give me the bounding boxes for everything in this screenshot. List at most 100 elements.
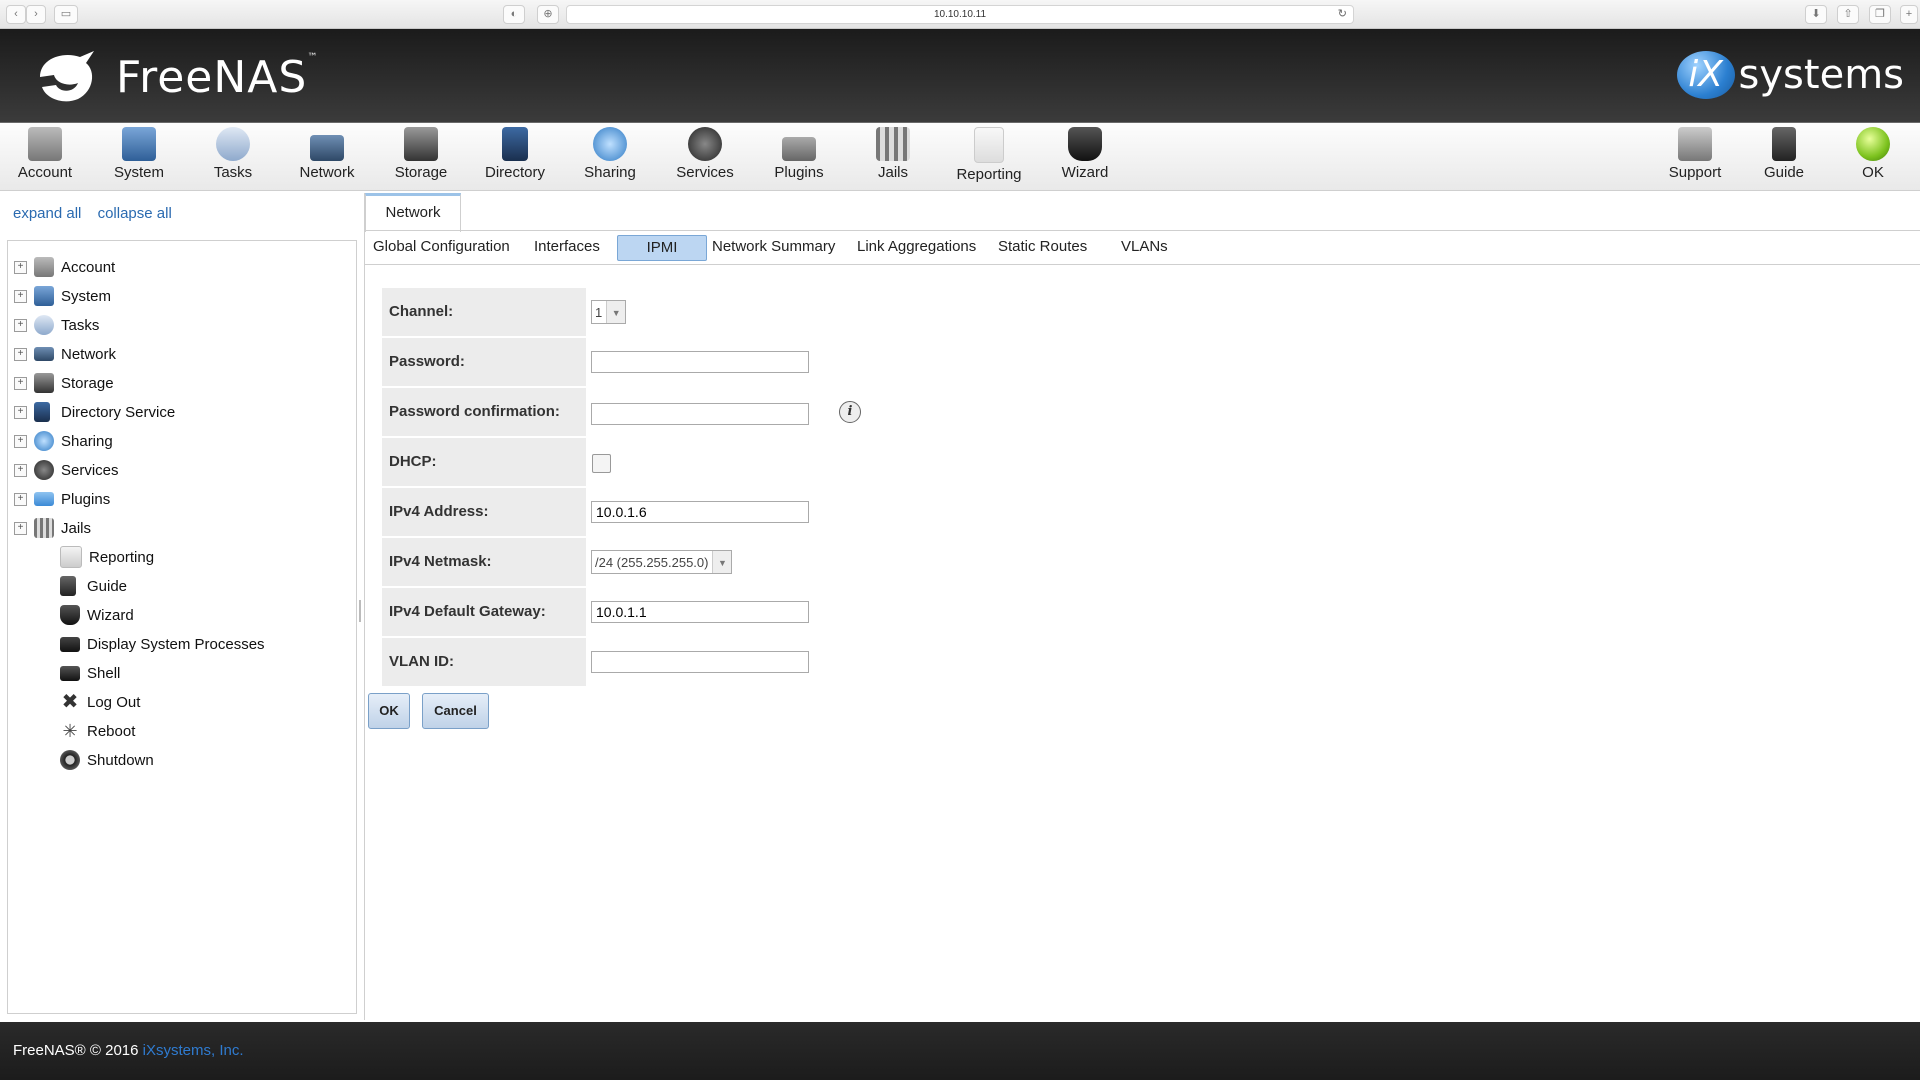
expand-icon[interactable]: + — [14, 405, 27, 419]
tree-item-reporting[interactable]: Reporting — [8, 545, 154, 569]
chevron-down-icon[interactable]: ▼ — [712, 551, 732, 573]
password-confirmation-input[interactable] — [591, 403, 809, 425]
expand-icon[interactable]: + — [14, 260, 27, 274]
toolbar-system[interactable]: System — [96, 127, 182, 181]
ixsystems-logo[interactable]: iX systems — [1676, 51, 1904, 99]
tree-item-account[interactable]: + Account — [8, 255, 115, 279]
new-tab-icon[interactable]: + — [1900, 5, 1918, 24]
subtab-ipmi[interactable]: IPMI — [617, 235, 707, 261]
chevron-down-icon[interactable]: ▼ — [606, 301, 626, 323]
expand-icon[interactable]: + — [14, 318, 27, 332]
vlan-id-input[interactable] — [591, 651, 809, 673]
share-icon[interactable]: ⇧ — [1837, 5, 1859, 24]
tree-item-system[interactable]: + System — [8, 284, 111, 308]
ipv4-gateway-input[interactable] — [591, 601, 809, 623]
toolbar-services[interactable]: Services — [662, 127, 748, 181]
freenas-logo[interactable]: FreeNAS™ — [34, 47, 318, 107]
expand-icon[interactable]: + — [14, 463, 27, 477]
subtab-network-summary[interactable]: Network Summary — [712, 235, 835, 259]
tree-item-shell[interactable]: Shell — [8, 661, 120, 685]
reload-icon[interactable]: ↻ — [1338, 6, 1347, 23]
sidebar-toggle-icon[interactable]: ▭ — [54, 5, 78, 24]
tree-item-label: Tasks — [61, 316, 100, 334]
tree-item-display-system-processes[interactable]: Display System Processes — [8, 632, 265, 656]
toolbar-status-ok[interactable]: OK — [1830, 127, 1916, 181]
expand-all-link[interactable]: expand all — [13, 205, 81, 222]
toolbar-directory[interactable]: Directory — [472, 127, 558, 181]
ipv4-netmask-select[interactable]: /24 (255.255.255.0) ▼ — [591, 550, 733, 574]
forward-icon[interactable]: › — [26, 5, 46, 24]
info-icon[interactable]: i — [839, 401, 861, 423]
subtab-static-routes[interactable]: Static Routes — [998, 235, 1087, 259]
toolbar-reporting[interactable]: Reporting — [946, 127, 1032, 183]
toolbar-support[interactable]: Support — [1652, 127, 1738, 181]
expand-icon[interactable]: + — [14, 289, 27, 303]
freenas-shark-icon — [40, 51, 94, 102]
ok-button[interactable]: OK — [368, 693, 410, 729]
tree-item-sharing[interactable]: + Sharing — [8, 429, 113, 453]
tree-controls: expand all collapse all — [13, 205, 184, 222]
expand-icon[interactable]: + — [14, 434, 27, 448]
subtab-link-aggregations[interactable]: Link Aggregations — [857, 235, 976, 259]
toolbar-plugins[interactable]: Plugins — [756, 127, 842, 181]
expand-icon[interactable]: + — [14, 376, 27, 390]
toolbar-wizard[interactable]: Wizard — [1042, 127, 1128, 181]
tree-item-directory-service[interactable]: + Directory Service — [8, 400, 175, 424]
download-icon[interactable]: ⊕ — [537, 5, 559, 24]
toolbar-sharing[interactable]: Sharing — [567, 127, 653, 181]
tree-item-storage[interactable]: + Storage — [8, 371, 114, 395]
toolbar-label: Support — [1668, 164, 1722, 181]
back-icon[interactable]: ‹ — [6, 5, 26, 24]
tree-item-services[interactable]: + Services — [8, 458, 119, 482]
toolbar-guide[interactable]: Guide — [1741, 127, 1827, 181]
address-bar[interactable]: 10.10.10.11 ↻ — [566, 5, 1354, 24]
subtab-interfaces[interactable]: Interfaces — [534, 235, 600, 259]
cancel-button[interactable]: Cancel — [422, 693, 489, 729]
toolbar-tasks[interactable]: Tasks — [190, 127, 276, 181]
subtab-global-configuration[interactable]: Global Configuration — [373, 235, 510, 259]
toolbar-account[interactable]: Account — [2, 127, 88, 181]
subtab-vlans[interactable]: VLANs — [1121, 235, 1168, 259]
tree-item-jails[interactable]: + Jails — [8, 516, 91, 540]
company-link[interactable]: iXsystems, Inc. — [143, 1042, 244, 1059]
privacy-icon[interactable]: ◐ — [503, 5, 525, 24]
tabs-icon[interactable]: ❐ — [1869, 5, 1891, 24]
ix-mark: iX — [1676, 51, 1735, 99]
tree-item-tasks[interactable]: + Tasks — [8, 313, 99, 337]
expand-icon[interactable]: + — [14, 347, 27, 361]
panel-splitter[interactable] — [359, 600, 361, 622]
services-icon — [688, 127, 722, 161]
network-subtabs: Global Configuration Interfaces IPMI Net… — [365, 230, 1920, 265]
dhcp-checkbox[interactable] — [592, 454, 611, 473]
channel-select[interactable]: 1 ▼ — [591, 300, 627, 324]
tree-item-network[interactable]: + Network — [8, 342, 116, 366]
collapse-all-link[interactable]: collapse all — [98, 205, 172, 222]
tree-item-guide[interactable]: Guide — [8, 574, 127, 598]
toolbar-jails[interactable]: Jails — [850, 127, 936, 181]
toolbar-network[interactable]: Network — [284, 127, 370, 181]
expand-icon[interactable]: + — [14, 492, 27, 506]
toolbar-label: Wizard — [1061, 164, 1109, 181]
ipv4-address-input[interactable] — [591, 501, 809, 523]
tree-item-log-out[interactable]: ✖ Log Out — [8, 690, 141, 714]
password-input[interactable] — [591, 351, 809, 373]
system-icon — [34, 286, 54, 306]
tree-item-wizard[interactable]: Wizard — [8, 603, 134, 627]
tab-network[interactable]: Network — [365, 193, 461, 232]
system-icon — [122, 127, 156, 161]
storage-icon — [34, 373, 54, 393]
downloads-icon[interactable]: ⬇ — [1805, 5, 1827, 24]
tree-item-label: Shutdown — [87, 751, 154, 769]
guide-icon — [60, 576, 76, 596]
toolbar-label: Services — [676, 164, 734, 181]
toolbar-storage[interactable]: Storage — [378, 127, 464, 181]
tree-item-label: Account — [61, 258, 116, 276]
expand-icon[interactable]: + — [14, 521, 27, 535]
form-row-vlan-id: VLAN ID: — [382, 638, 822, 686]
toolbar-label: Account — [17, 164, 73, 181]
plugins-icon — [34, 492, 54, 506]
tree-item-shutdown[interactable]: Shutdown — [8, 748, 154, 772]
tree-item-reboot[interactable]: ✳ Reboot — [8, 719, 135, 743]
tree-item-plugins[interactable]: + Plugins — [8, 487, 110, 511]
toolbar-label: Directory — [484, 164, 545, 181]
